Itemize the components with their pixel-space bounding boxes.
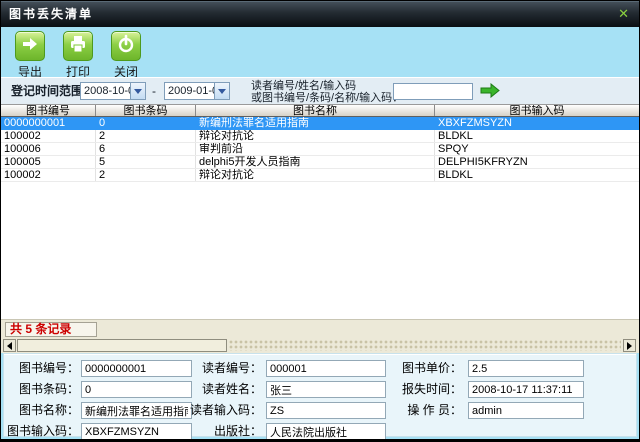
reader-id-label: 读者编号： bbox=[189, 360, 262, 377]
reader-inputcode-field[interactable] bbox=[266, 402, 386, 419]
cell-input-code: SPQY bbox=[435, 143, 639, 155]
scrollbar-thumb[interactable] bbox=[17, 339, 227, 352]
search-label: 读者编号/姓名/输入码 或图书编号/条码/名称/输入码： bbox=[251, 80, 403, 104]
window-title: 图书丢失清单 bbox=[9, 1, 93, 27]
book-name-label: 图书名称： bbox=[6, 402, 79, 419]
scrollbar-track[interactable] bbox=[229, 340, 621, 351]
table-row[interactable]: 100006 6 审判前沿 SPQY bbox=[1, 143, 639, 156]
print-tool: 打印 bbox=[61, 31, 95, 80]
record-count-badge: 共 5 条记录 bbox=[5, 322, 97, 337]
status-bar: 共 5 条记录 bbox=[1, 319, 639, 338]
cell-barcode: 2 bbox=[96, 130, 196, 142]
book-name-field[interactable] bbox=[81, 402, 192, 419]
date-to-select[interactable]: 2009-01-05 bbox=[164, 82, 230, 100]
cell-input-code: BLDKL bbox=[435, 130, 639, 142]
power-icon bbox=[116, 34, 136, 59]
column-header-book-id[interactable]: 图书编号 bbox=[1, 105, 96, 116]
table-header: 图书编号 图书条码 图书名称 图书输入码 bbox=[1, 104, 639, 117]
cell-barcode: 0 bbox=[96, 117, 196, 129]
column-header-name[interactable]: 图书名称 bbox=[196, 105, 435, 116]
cell-barcode: 5 bbox=[96, 156, 196, 168]
print-button[interactable] bbox=[63, 31, 93, 61]
export-button[interactable] bbox=[15, 31, 45, 61]
reader-name-label: 读者姓名： bbox=[189, 381, 262, 398]
search-label-line1: 读者编号/姓名/输入码 bbox=[251, 80, 403, 92]
operator-field[interactable] bbox=[468, 402, 584, 419]
export-arrow-icon bbox=[20, 34, 40, 59]
date-from-select[interactable]: 2008-10-01 bbox=[80, 82, 146, 100]
cell-book-id: 100002 bbox=[1, 130, 96, 142]
cell-name: 审判前沿 bbox=[196, 143, 435, 155]
table-row[interactable]: 0000000001 0 新编刑法罪名适用指南 XBXFZMSYZN bbox=[1, 117, 639, 130]
book-price-label: 图书单价： bbox=[389, 360, 462, 377]
date-to-value: 2009-01-05 bbox=[165, 83, 214, 99]
publisher-field[interactable] bbox=[266, 423, 386, 440]
scroll-right-button[interactable] bbox=[623, 339, 636, 352]
export-tool: 导出 bbox=[13, 31, 47, 80]
detail-panel: 图书编号： 图书条码： 图书名称： 图书输入码： 读者编号： 读者姓名： 读者输… bbox=[3, 353, 637, 437]
cell-book-id: 0000000001 bbox=[1, 117, 96, 129]
printer-icon bbox=[68, 34, 88, 59]
book-inputcode-label: 图书输入码： bbox=[6, 423, 79, 440]
horizontal-scrollbar[interactable] bbox=[1, 338, 639, 353]
publisher-label: 出版社： bbox=[189, 423, 262, 440]
date-from-value: 2008-10-01 bbox=[81, 83, 130, 99]
toolbar: 导出 打印 bbox=[1, 27, 639, 77]
cell-book-id: 100006 bbox=[1, 143, 96, 155]
search-label-line2: 或图书编号/条码/名称/输入码： bbox=[251, 92, 403, 104]
cell-input-code: XBXFZMSYZN bbox=[435, 117, 639, 129]
scroll-left-button[interactable] bbox=[3, 339, 16, 352]
book-price-field[interactable] bbox=[468, 360, 584, 377]
scroll-right-icon bbox=[627, 342, 632, 350]
book-id-field[interactable] bbox=[81, 360, 192, 377]
cell-book-id: 100002 bbox=[1, 169, 96, 181]
filter-bar: 登记时间范围： 2008-10-01 - 2009-01-05 读者编号/姓名/… bbox=[1, 77, 639, 104]
title-bar: 图书丢失清单 ✕ bbox=[1, 1, 639, 27]
table-row[interactable]: 100002 2 辩论对抗论 BLDKL bbox=[1, 169, 639, 182]
cell-input-code: BLDKL bbox=[435, 169, 639, 181]
book-id-label: 图书编号： bbox=[6, 360, 79, 377]
chevron-down-icon[interactable] bbox=[214, 83, 229, 99]
column-header-input-code[interactable]: 图书输入码 bbox=[435, 105, 639, 116]
close-icon[interactable]: ✕ bbox=[618, 5, 629, 23]
cell-input-code: DELPHI5KFRYZN bbox=[435, 156, 639, 168]
close-button[interactable] bbox=[111, 31, 141, 61]
cell-book-id: 100005 bbox=[1, 156, 96, 168]
go-arrow-icon[interactable] bbox=[480, 83, 500, 101]
reader-inputcode-label: 读者输入码： bbox=[189, 402, 262, 419]
column-header-barcode[interactable]: 图书条码 bbox=[96, 105, 196, 116]
books-table: 图书编号 图书条码 图书名称 图书输入码 0000000001 0 新编刑法罪名… bbox=[1, 104, 639, 319]
cell-barcode: 6 bbox=[96, 143, 196, 155]
cell-barcode: 2 bbox=[96, 169, 196, 181]
date-range-separator: - bbox=[152, 78, 156, 105]
reader-id-field[interactable] bbox=[266, 360, 386, 377]
search-input[interactable] bbox=[393, 83, 473, 100]
reader-name-field[interactable] bbox=[266, 381, 386, 398]
scroll-left-icon bbox=[7, 342, 12, 350]
book-barcode-label: 图书条码： bbox=[6, 381, 79, 398]
chevron-down-icon[interactable] bbox=[130, 83, 145, 99]
book-inputcode-field[interactable] bbox=[81, 423, 192, 440]
loss-time-field[interactable] bbox=[468, 381, 584, 398]
close-tool: 关闭 bbox=[109, 31, 143, 80]
table-row[interactable]: 100005 5 delphi5开发人员指南 DELPHI5KFRYZN bbox=[1, 156, 639, 169]
book-loss-list-window: 图书丢失清单 ✕ 导出 打印 bbox=[0, 0, 640, 442]
cell-name: 辩论对抗论 bbox=[196, 130, 435, 142]
table-row[interactable]: 100002 2 辩论对抗论 BLDKL bbox=[1, 130, 639, 143]
cell-name: 辩论对抗论 bbox=[196, 169, 435, 181]
cell-name: delphi5开发人员指南 bbox=[196, 156, 435, 168]
loss-time-label: 报失时间： bbox=[389, 381, 462, 398]
book-barcode-field[interactable] bbox=[81, 381, 192, 398]
operator-label: 操 作 员： bbox=[389, 402, 462, 419]
cell-name: 新编刑法罪名适用指南 bbox=[196, 117, 435, 129]
